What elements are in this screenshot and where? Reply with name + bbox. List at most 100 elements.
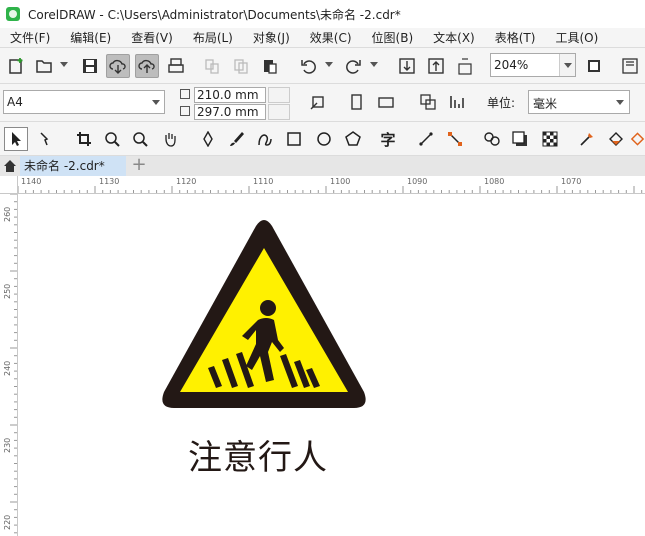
menu-table[interactable]: 表格(T): [485, 28, 546, 48]
menu-effects[interactable]: 效果(C): [300, 28, 362, 48]
polygon-icon: [345, 131, 361, 146]
all-pages-button[interactable]: [416, 90, 440, 114]
smart-fill-tool[interactable]: [630, 127, 645, 151]
tab-document[interactable]: 未命名 -2.cdr*: [20, 156, 126, 176]
smart-fill-icon: [630, 132, 645, 146]
connector-icon: [448, 132, 462, 146]
menu-edit[interactable]: 编辑(E): [60, 28, 121, 48]
portrait-button[interactable]: [344, 90, 368, 114]
coreldraw-logo-icon: [6, 7, 20, 21]
sign-caption-text[interactable]: 注意行人: [188, 430, 328, 479]
zoom-dropdown-arrow[interactable]: [559, 54, 575, 76]
pick-tool[interactable]: [4, 127, 28, 151]
current-page-button[interactable]: [445, 90, 469, 114]
menu-tools[interactable]: 工具(O): [545, 28, 608, 48]
undo-button[interactable]: [296, 54, 320, 78]
open-button[interactable]: [32, 54, 56, 78]
pedestrian-warning-sign[interactable]: [160, 220, 368, 410]
vertical-ruler[interactable]: 260 250 240 230 220: [0, 194, 18, 536]
rectangle-tool[interactable]: [282, 127, 306, 151]
zoom-level-select[interactable]: 204%: [490, 53, 576, 77]
unit-label: 单位:: [487, 96, 516, 110]
cloud-upload-button[interactable]: [135, 54, 159, 78]
redo-button[interactable]: [342, 54, 366, 78]
ruler-tick-label: 1140: [21, 177, 42, 186]
ruler-tick-label: 1110: [253, 177, 274, 186]
ruler-tick-label: 1100: [330, 177, 351, 186]
artistic-media-tool[interactable]: [224, 127, 248, 151]
export-button[interactable]: [424, 54, 448, 78]
document-tab-bar: 未命名 -2.cdr* +: [0, 156, 645, 176]
page-width-field[interactable]: 210.0 mm: [194, 87, 266, 103]
ellipse-icon: [317, 132, 331, 146]
paper-size-value: A4: [7, 95, 23, 109]
polygon-tool[interactable]: [341, 127, 365, 151]
interactive-fill-tool[interactable]: [604, 127, 628, 151]
shape-tool[interactable]: [34, 127, 58, 151]
vertical-ruler-ticks: [10, 194, 17, 534]
menu-bitmaps[interactable]: 位图(B): [362, 28, 424, 48]
home-icon[interactable]: [3, 159, 17, 173]
open-dropdown-arrow[interactable]: [60, 62, 68, 67]
cut-icon: [205, 59, 219, 74]
page-height-field[interactable]: 297.0 mm: [194, 104, 266, 120]
page-height-icon: [180, 106, 190, 116]
hand-icon: [165, 133, 176, 147]
landscape-icon: [378, 97, 394, 108]
paper-size-dropdown-arrow[interactable]: [152, 100, 160, 105]
import-icon: [399, 58, 415, 74]
menu-file[interactable]: 文件(F): [0, 28, 60, 48]
portrait-icon: [351, 94, 362, 110]
pan-tool[interactable]: [158, 127, 182, 151]
full-screen-preview-button[interactable]: [582, 54, 606, 78]
publish-pdf-button[interactable]: [453, 54, 477, 78]
add-tab-button[interactable]: +: [128, 156, 150, 176]
new-document-button[interactable]: [4, 54, 28, 78]
full-screen-icon: [588, 60, 600, 72]
cut-button[interactable]: [200, 54, 224, 78]
blend-tool[interactable]: [480, 127, 504, 151]
dimension-tool[interactable]: [414, 127, 438, 151]
cloud-download-button[interactable]: [106, 54, 130, 78]
copy-button[interactable]: [229, 54, 253, 78]
drop-shadow-tool[interactable]: [508, 127, 532, 151]
freehand-tool[interactable]: [253, 127, 277, 151]
paste-button[interactable]: [258, 54, 282, 78]
ellipse-tool[interactable]: [312, 127, 336, 151]
connector-tool[interactable]: [443, 127, 467, 151]
window-title: CorelDRAW - C:\Users\Administrator\Docum…: [28, 7, 401, 22]
text-tool[interactable]: 字: [376, 127, 400, 151]
transparency-tool[interactable]: [538, 127, 562, 151]
save-button[interactable]: [78, 54, 102, 78]
print-button[interactable]: [164, 54, 188, 78]
menu-view[interactable]: 查看(V): [121, 28, 183, 48]
undo-dropdown-arrow[interactable]: [325, 62, 333, 67]
paper-size-select[interactable]: A4: [3, 90, 165, 114]
horizontal-ruler[interactable]: 1140 1130 1120 1110 1100 1090 1080 1070: [18, 176, 645, 194]
unit-select[interactable]: 毫米: [528, 90, 630, 114]
pen-tool[interactable]: [196, 127, 220, 151]
menu-object[interactable]: 对象(J): [243, 28, 300, 48]
redo-dropdown-arrow[interactable]: [370, 62, 378, 67]
menu-text[interactable]: 文本(X): [423, 28, 485, 48]
blend-icon: [484, 132, 500, 146]
eyedropper-tool[interactable]: [575, 127, 599, 151]
undo-icon: [301, 60, 316, 74]
zoom-tool[interactable]: [100, 127, 124, 151]
crop-tool[interactable]: [72, 127, 96, 151]
copy-icon: [234, 59, 248, 74]
page-transform-button[interactable]: [306, 90, 330, 114]
page-height-stepper[interactable]: [268, 104, 290, 120]
unit-value: 毫米: [533, 97, 558, 111]
import-button[interactable]: [395, 54, 419, 78]
checkerboard-icon: [542, 131, 558, 147]
curve-icon: [258, 134, 272, 146]
page-width-stepper[interactable]: [268, 87, 290, 103]
zoom-out-tool[interactable]: [128, 127, 152, 151]
ruler-corner[interactable]: [0, 176, 18, 194]
landscape-button[interactable]: [374, 90, 398, 114]
unit-dropdown-arrow[interactable]: [616, 100, 624, 105]
crop-icon: [77, 132, 91, 146]
options-button[interactable]: [618, 54, 642, 78]
menu-layout[interactable]: 布局(L): [183, 28, 243, 48]
